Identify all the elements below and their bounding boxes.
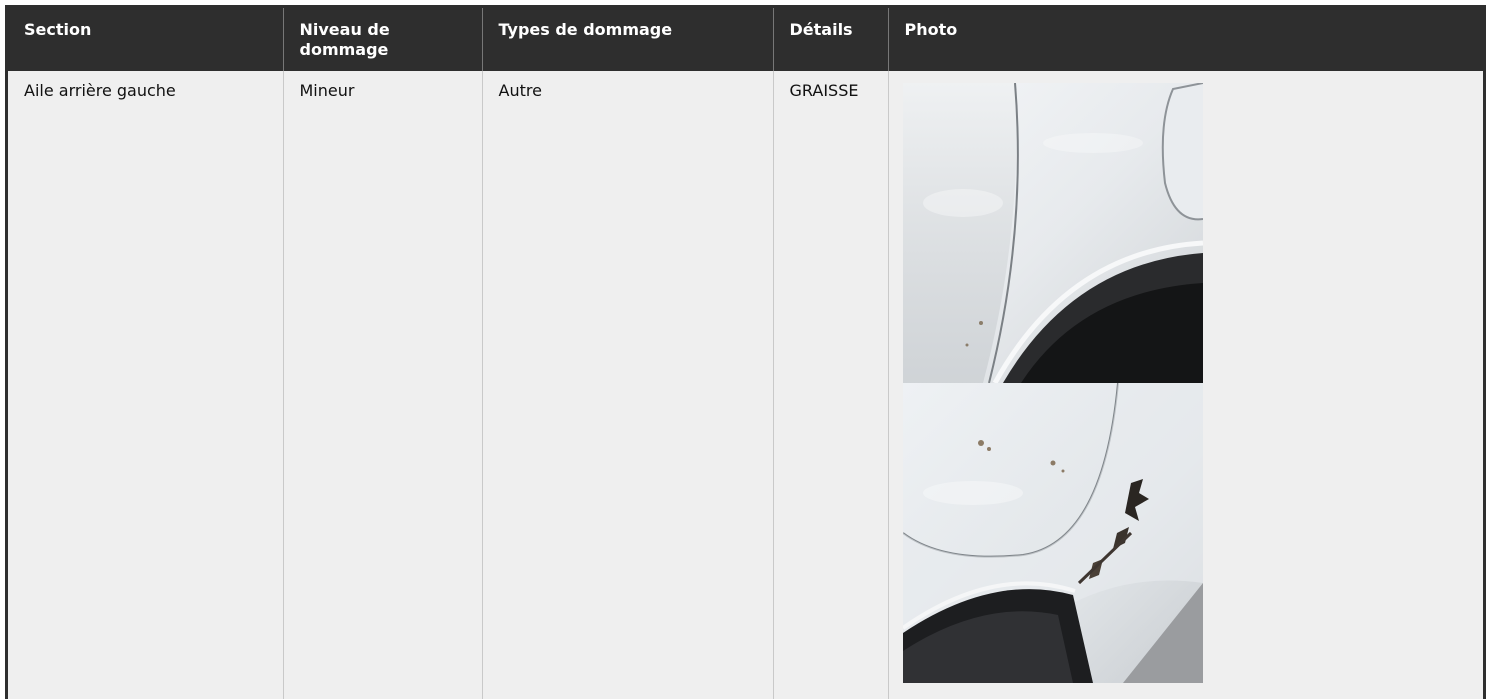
cell-niveau: Mineur <box>282 71 482 699</box>
header-photo: Photo <box>887 8 1483 71</box>
cell-photo <box>887 71 1483 699</box>
cell-section: Aile arrière gauche <box>8 71 283 699</box>
damage-photo-1[interactable] <box>902 83 1203 383</box>
damage-report-table-frame: Section Niveau de dommage Types de domma… <box>5 5 1486 699</box>
header-details: Détails <box>772 8 888 71</box>
table-row: Aile arrière gauche Mineur Autre GRAISSE <box>8 71 1483 699</box>
cell-types: Autre <box>481 71 773 699</box>
header-niveau-de-dommage: Niveau de dommage <box>282 8 482 71</box>
header-types-de-dommage: Types de dommage <box>481 8 773 71</box>
cell-details: GRAISSE <box>772 71 888 699</box>
damage-report-table: Section Niveau de dommage Types de domma… <box>8 8 1483 699</box>
damage-photo-2[interactable] <box>902 383 1203 683</box>
table-header-row: Section Niveau de dommage Types de domma… <box>8 8 1483 71</box>
header-section: Section <box>8 8 283 71</box>
